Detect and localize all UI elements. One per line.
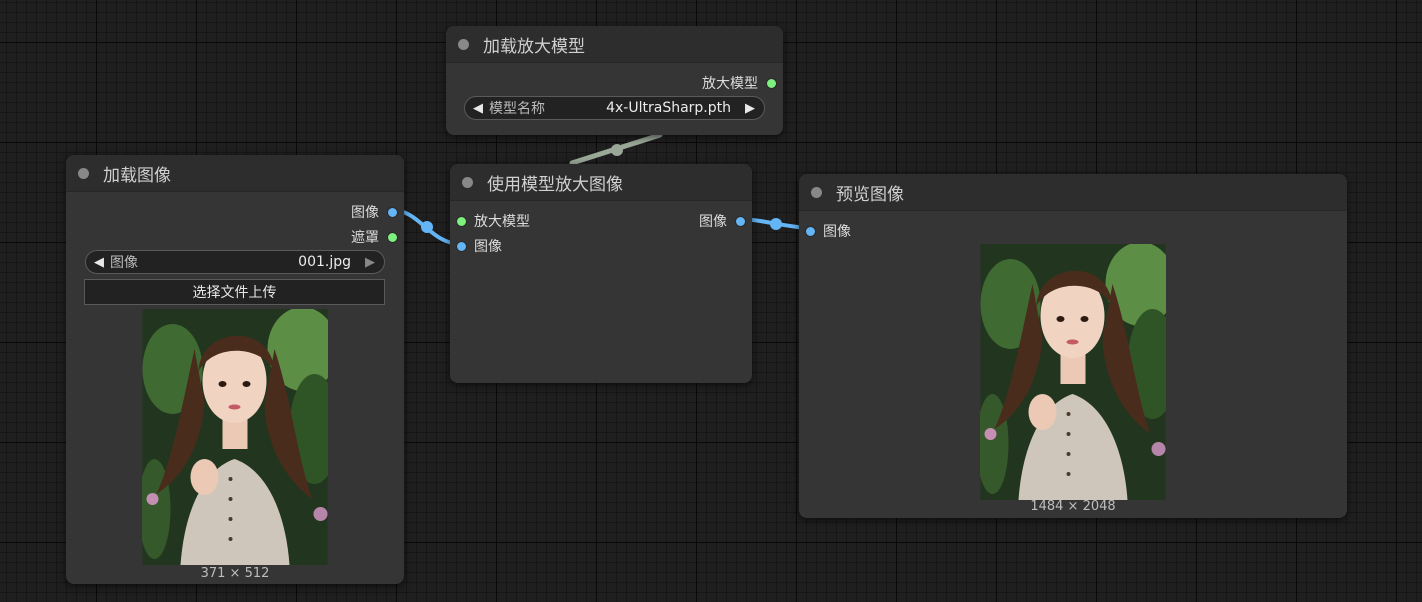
output-slot-label: 图像 [699,214,727,230]
node-title: 预览图像 [836,184,904,205]
collapse-dot-icon[interactable] [462,176,473,188]
combo-value: 4x-UltraSharp.pth [606,100,731,116]
input-dot-icon[interactable] [806,226,815,236]
node-title: 加载图像 [103,165,171,186]
node-title-bar[interactable]: 加载图像 [66,155,404,192]
node-title-bar[interactable]: 加载放大模型 [446,26,783,63]
collapse-dot-icon[interactable] [811,186,822,198]
combo-prev-arrow-icon[interactable]: ◀ [86,255,110,270]
node-title-bar[interactable]: 使用模型放大图像 [450,164,752,201]
output-slot-label: 图像 [351,205,379,221]
node-title: 加载放大模型 [483,36,585,57]
input-dot-icon[interactable] [457,241,466,251]
output-slot-label: 遮罩 [351,230,379,246]
node-upscale-model-loader[interactable]: 加载放大模型 放大模型 ◀ 模型名称 4x-UltraSharp.pth ▶ [446,26,783,135]
output-slot-upscale-model[interactable]: 放大模型 [702,73,776,93]
input-slot-upscale-model[interactable]: 放大模型 [457,211,530,231]
output-slot-label: 放大模型 [702,76,758,92]
combo-label: 图像 [110,255,138,271]
image-dimensions: 371 × 512 [200,566,270,581]
portrait-preview [980,244,1166,500]
output-dot-icon[interactable] [767,78,776,88]
input-slot-label: 放大模型 [474,214,530,230]
node-title: 使用模型放大图像 [487,174,623,195]
model-name-combo[interactable]: ◀ 模型名称 4x-UltraSharp.pth ▶ [464,96,765,120]
combo-prev-arrow-icon[interactable]: ◀ [465,101,489,116]
image-preview [980,244,1166,500]
input-slot-label: 图像 [474,239,502,255]
input-dot-icon[interactable] [457,216,466,226]
output-dot-icon[interactable] [388,207,397,217]
output-slot-mask[interactable]: 遮罩 [351,227,397,247]
upload-button[interactable]: 选择文件上传 [84,279,385,305]
node-load-image[interactable]: 加载图像 图像 遮罩 ◀ 图像 001.jpg ▶ 选择文件上传 371 × 5… [66,155,404,584]
output-dot-icon[interactable] [736,216,745,226]
node-title-bar[interactable]: 预览图像 [799,174,1347,211]
input-slot-image[interactable]: 图像 [806,221,851,241]
image-file-combo[interactable]: ◀ 图像 001.jpg ▶ [85,250,385,274]
collapse-dot-icon[interactable] [458,38,469,50]
combo-value: 001.jpg [298,254,351,270]
node-preview-image[interactable]: 预览图像 图像 1484 × 2048 [799,174,1347,518]
portrait-thumbnail [142,309,328,565]
input-slot-image[interactable]: 图像 [457,236,502,256]
output-dot-icon[interactable] [388,232,397,242]
output-slot-image[interactable]: 图像 [699,211,745,231]
node-upscale-with-model[interactable]: 使用模型放大图像 放大模型 图像 图像 [450,164,752,383]
link-model[interactable] [569,132,663,166]
combo-next-arrow-icon[interactable]: ▶ [739,101,764,116]
combo-label: 模型名称 [489,101,545,117]
input-slot-label: 图像 [823,224,851,240]
combo-next-arrow-icon[interactable]: ▶ [359,255,384,270]
collapse-dot-icon[interactable] [78,167,89,179]
image-dimensions: 1484 × 2048 [1030,499,1116,514]
image-preview [142,309,328,565]
output-slot-image[interactable]: 图像 [351,202,397,222]
